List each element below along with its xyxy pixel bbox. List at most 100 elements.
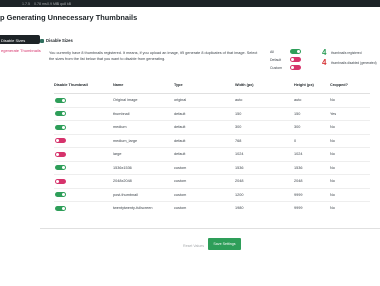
table-cell-cropped: No	[330, 125, 335, 129]
filter-toggle[interactable]	[290, 49, 301, 54]
table-cell-cropped: Yes	[330, 111, 337, 116]
table-cell-width: 1536	[235, 165, 244, 170]
table-cell-width: 300	[235, 125, 242, 129]
table-cell-height: 9999	[294, 192, 303, 197]
row-divider	[54, 201, 370, 202]
table-cell-name: large	[113, 152, 122, 156]
table-cell-name: post-thumbnail	[113, 192, 138, 197]
disable-thumbnail-toggle[interactable]	[55, 192, 66, 197]
filter-label: Custom	[270, 65, 283, 70]
table-cell-type: custom	[174, 165, 187, 170]
table-cell-cropped: No	[330, 192, 335, 197]
section-description: You currently have 8 thumbnails register…	[49, 51, 258, 61]
table-cell-cropped: No	[330, 138, 335, 143]
toolbar-item[interactable]: 3 qu	[57, 2, 64, 6]
sidebar-item-disable-sizes[interactable]: Disable Sizes	[0, 35, 40, 44]
toolbar-item[interactable]: 8 kB	[64, 2, 71, 6]
section-title: Disable Sizes	[46, 38, 73, 43]
filter-default: Default	[270, 57, 310, 62]
column-header: Type	[174, 83, 183, 87]
reset-values-link[interactable]: Reset Values	[183, 244, 204, 248]
table-cell-cropped: No	[330, 165, 335, 170]
checkbox-icon	[40, 38, 44, 43]
column-header: Cropped?	[330, 83, 348, 87]
section-header: Disable Sizes	[40, 38, 73, 43]
table-cell-width: 768	[235, 138, 242, 143]
filter-label: Default	[270, 57, 282, 62]
table-cell-type: default	[174, 125, 186, 129]
table-cell-width: 1024	[235, 152, 244, 156]
filter-toggle[interactable]	[290, 65, 301, 70]
column-header: Name	[113, 83, 124, 87]
table-cell-type: default	[174, 152, 186, 156]
page-title: p Generating Unnecessary Thumbnails	[0, 13, 138, 22]
table-cell-name: medium_large	[113, 138, 138, 143]
disable-thumbnail-toggle[interactable]	[55, 165, 66, 170]
disable-thumbnail-toggle[interactable]	[55, 151, 66, 157]
table-cell-type: original	[174, 98, 187, 102]
table-cell-height: 1024	[294, 152, 303, 156]
disable-thumbnail-toggle[interactable]	[55, 124, 66, 130]
row-divider	[54, 174, 370, 175]
table-cell-height: 2048	[294, 179, 303, 183]
toolbar-item[interactable]: 1.7.5	[22, 2, 30, 6]
row-divider	[54, 120, 370, 121]
table-cell-height: 1536	[294, 165, 303, 170]
count-value: 4	[322, 58, 327, 67]
row-divider	[54, 160, 370, 161]
table-cell-cropped: No	[330, 152, 335, 156]
admin-toolbar: 1.7.5 0.78 ms 0.9 MB 3 qu 8 kB	[0, 0, 380, 7]
disable-thumbnail-toggle[interactable]	[55, 178, 66, 184]
table-cell-height: 0	[294, 138, 297, 143]
table-cell-name: medium	[113, 125, 127, 129]
row-divider	[54, 133, 370, 134]
table-cell-name: twentytwenty-fullscreen	[113, 206, 153, 210]
table-cell-type: default	[174, 138, 186, 143]
table-cell-height: 9999	[294, 206, 303, 210]
row-divider	[54, 147, 370, 148]
column-header: Width (px)	[235, 83, 254, 87]
table-cell-type: default	[174, 111, 186, 116]
filter-label: All	[270, 49, 274, 54]
table-cell-height: 150	[294, 111, 301, 116]
count-label: thumbnails disabled (generated)	[331, 60, 377, 65]
table-cell-cropped: No	[330, 179, 335, 183]
table-cell-cropped: No	[330, 206, 335, 210]
table-cell-type: custom	[174, 192, 187, 197]
count-value: 4	[322, 48, 327, 57]
filter-custom: Custom	[270, 65, 310, 70]
disable-thumbnail-toggle[interactable]	[55, 111, 66, 116]
table-cell-cropped: No	[330, 98, 335, 102]
table-cell-height: auto	[294, 98, 302, 102]
table-cell-width: auto	[235, 98, 243, 102]
table-cell-height: 300	[294, 125, 301, 129]
table-cell-width: 2048	[235, 179, 244, 183]
table-cell-width: 150	[235, 111, 242, 116]
sidebar-item-label: egenerate Thumbnails	[1, 47, 41, 53]
save-settings-button[interactable]: Save Settings	[208, 238, 241, 250]
table-cell-type: custom	[174, 206, 187, 210]
column-header: Height (px)	[294, 83, 314, 87]
table-cell-name: 1536x1536	[113, 165, 132, 170]
table-cell-width: 1200	[235, 192, 244, 197]
settings-sidebar: Disable Sizes egenerate Thumbnails	[0, 32, 41, 286]
row-divider	[54, 187, 370, 188]
filter-all: All	[270, 49, 310, 54]
count-label: thumbnails registered	[331, 50, 362, 55]
disable-thumbnail-toggle[interactable]	[55, 205, 66, 211]
filter-toggle[interactable]	[290, 57, 301, 62]
table-cell-name: Original image	[113, 98, 138, 102]
table-cell-type: custom	[174, 179, 187, 183]
sidebar-item-regenerate-thumbnails[interactable]: egenerate Thumbnails	[0, 45, 41, 54]
toolbar-item[interactable]: 0.78 ms	[34, 2, 47, 6]
column-header: Disable Thumbnail	[54, 83, 88, 87]
table-cell-width: 1980	[235, 206, 244, 210]
disable-thumbnail-toggle[interactable]	[55, 97, 66, 103]
count-disabled: 4 thumbnails disabled (generated)	[322, 58, 377, 67]
footer-divider	[40, 228, 380, 229]
disable-thumbnail-toggle[interactable]	[55, 138, 66, 143]
table-header-divider	[54, 93, 370, 94]
table-cell-name: 2048x2048	[113, 179, 132, 183]
sidebar-item-label: Disable Sizes	[1, 37, 26, 43]
table-cell-name: thumbnail	[113, 111, 130, 116]
